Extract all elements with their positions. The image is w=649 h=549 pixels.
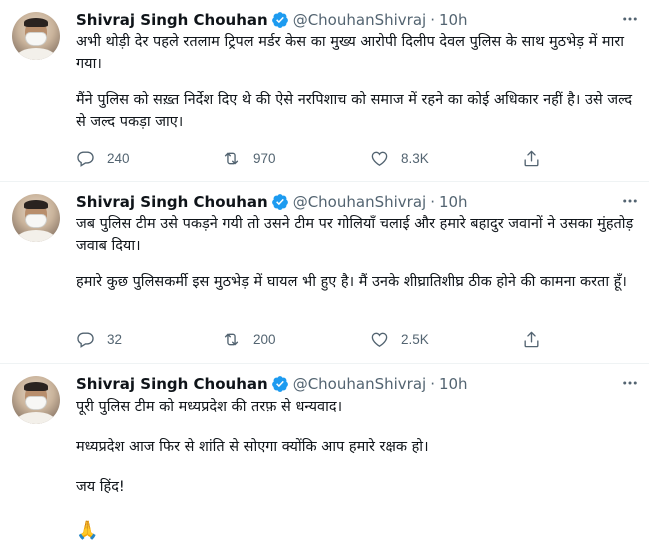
tweet-header: Shivraj Singh Chouhan @ChouhanShivraj · … xyxy=(76,191,468,213)
like-count: 2.5K xyxy=(401,331,429,347)
heart-icon xyxy=(371,151,388,166)
separator-dot: · xyxy=(430,193,435,211)
tweet-paragraph: जय हिंद! xyxy=(76,479,125,495)
timestamp[interactable]: 10h xyxy=(439,193,468,211)
more-options-icon[interactable] xyxy=(619,191,641,211)
retweet-button[interactable]: 200 xyxy=(222,327,276,351)
author-name[interactable]: Shivraj Singh Chouhan xyxy=(76,11,268,29)
author-handle[interactable]: @ChouhanShivraj xyxy=(293,193,426,211)
tweet[interactable]: Shivraj Singh Chouhan @ChouhanShivraj · … xyxy=(0,364,649,549)
tweet[interactable]: Shivraj Singh Chouhan @ChouhanShivraj · … xyxy=(0,182,649,364)
like-count: 8.3K xyxy=(401,150,429,166)
retweet-count: 970 xyxy=(253,150,276,166)
tweet-paragraph: पूरी पुलिस टीम को मध्यप्रदेश की तरफ़ से … xyxy=(76,399,343,415)
author-handle[interactable]: @ChouhanShivraj xyxy=(293,375,426,393)
tweet-header: Shivraj Singh Chouhan @ChouhanShivraj · … xyxy=(76,9,468,31)
tweet-text: अभी थोड़ी देर पहले रतलाम ट्रिपल मर्डर के… xyxy=(76,31,636,133)
avatar[interactable] xyxy=(12,376,60,424)
tweet-header: Shivraj Singh Chouhan @ChouhanShivraj · … xyxy=(76,373,468,395)
reply-count: 32 xyxy=(107,331,123,347)
tweet-actions: 32 200 2.5K xyxy=(76,327,576,351)
tweet-paragraph: अभी थोड़ी देर पहले रतलाम ट्रिपल मर्डर के… xyxy=(76,34,625,72)
like-button[interactable]: 8.3K xyxy=(370,146,429,170)
retweet-icon xyxy=(224,152,239,164)
share-icon xyxy=(524,331,539,347)
verified-badge-icon xyxy=(271,194,288,210)
share-button[interactable] xyxy=(522,327,553,351)
tweet[interactable]: Shivraj Singh Chouhan @ChouhanShivraj · … xyxy=(0,0,649,182)
tweet-text: जब पुलिस टीम उसे पकड़ने गयी तो उसने टीम … xyxy=(76,213,636,293)
heart-icon xyxy=(371,332,388,347)
retweet-icon xyxy=(224,333,239,345)
tweet-text: पूरी पुलिस टीम को मध्यप्रदेश की तरफ़ से … xyxy=(76,396,636,498)
author-handle[interactable]: @ChouhanShivraj xyxy=(293,11,426,29)
verified-badge-icon xyxy=(271,376,288,392)
tweet-paragraph: मध्यप्रदेश आज फिर से शांति से सोएगा क्यो… xyxy=(76,439,429,455)
reply-button[interactable]: 240 xyxy=(76,146,130,170)
tweet-paragraph: मैंने पुलिस को सख़्त निर्देश दिए थे की ऐ… xyxy=(76,92,633,130)
reply-button[interactable]: 32 xyxy=(76,327,122,351)
avatar[interactable] xyxy=(12,12,60,60)
timestamp[interactable]: 10h xyxy=(439,11,468,29)
share-icon xyxy=(524,150,539,166)
author-name[interactable]: Shivraj Singh Chouhan xyxy=(76,193,268,211)
tweet-paragraph: हमारे कुछ पुलिसकर्मी इस मुठभेड़ में घायल… xyxy=(76,274,627,290)
folded-hands-emoji: 🙏 xyxy=(76,520,99,541)
timestamp[interactable]: 10h xyxy=(439,375,468,393)
avatar[interactable] xyxy=(12,194,60,242)
tweet-actions: 240 970 8.3K xyxy=(76,146,576,170)
more-options-icon[interactable] xyxy=(619,9,641,29)
tweet-paragraph: जब पुलिस टीम उसे पकड़ने गयी तो उसने टीम … xyxy=(76,216,634,254)
verified-badge-icon xyxy=(271,12,288,28)
author-name[interactable]: Shivraj Singh Chouhan xyxy=(76,375,268,393)
retweet-button[interactable]: 970 xyxy=(222,146,276,170)
reply-icon xyxy=(77,331,94,348)
reply-count: 240 xyxy=(107,150,130,166)
retweet-count: 200 xyxy=(253,331,276,347)
more-options-icon[interactable] xyxy=(619,373,641,393)
reply-icon xyxy=(77,150,94,167)
separator-dot: · xyxy=(430,11,435,29)
like-button[interactable]: 2.5K xyxy=(370,327,429,351)
separator-dot: · xyxy=(430,375,435,393)
share-button[interactable] xyxy=(522,146,553,170)
